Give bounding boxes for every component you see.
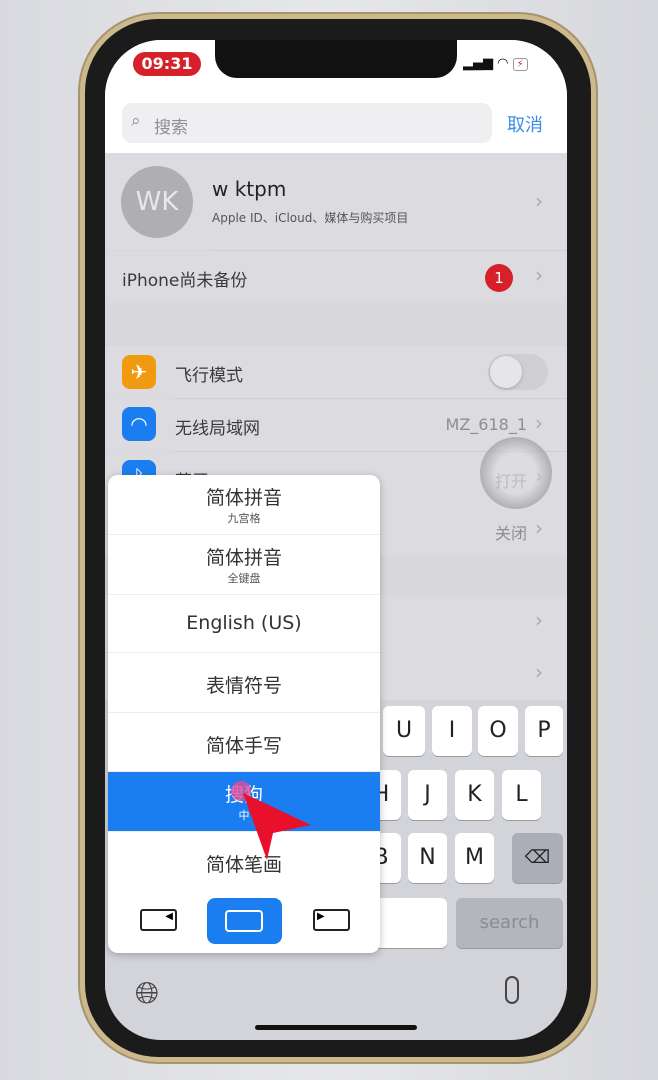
keyboard-right-icon[interactable]: ▶ — [313, 909, 350, 931]
chevron-right-icon: › — [535, 189, 543, 213]
backup-row[interactable]: iPhone尚未备份 1 › — [105, 251, 567, 303]
wifi-icon: ◠ — [122, 407, 156, 441]
key-o[interactable]: O — [478, 706, 518, 756]
avatar: WK — [121, 166, 193, 238]
chevron-right-icon: › — [535, 263, 543, 287]
settings-label: 飞行模式 — [175, 366, 243, 386]
key-u[interactable]: U — [383, 706, 425, 756]
search-placeholder: 搜索 — [154, 118, 188, 138]
key-p[interactable]: P — [525, 706, 563, 756]
airplane-icon: ✈ — [122, 355, 156, 389]
key-i[interactable]: I — [432, 706, 472, 756]
chevron-right-icon: › — [535, 411, 543, 435]
settings-label: 无线局域网 — [175, 419, 260, 439]
backup-label: iPhone尚未备份 — [122, 271, 248, 291]
key-l[interactable]: L — [502, 770, 541, 820]
wifi-value: MZ_618_1 — [445, 415, 527, 434]
search-input[interactable]: ⌕ 搜索 — [122, 103, 492, 143]
microphone-icon[interactable] — [505, 976, 519, 1004]
profile-subtitle: Apple ID、iCloud、媒体与购买项目 — [212, 211, 409, 225]
input-method-item[interactable]: English (US) — [108, 595, 380, 653]
input-method-item[interactable]: 简体拼音 全键盘 — [108, 535, 380, 595]
keyboard-left-icon[interactable]: ◀ — [140, 909, 177, 931]
chevron-right-icon: › — [535, 660, 543, 684]
airplane-toggle[interactable] — [488, 354, 548, 390]
key-j[interactable]: J — [408, 770, 447, 820]
input-method-menu: 简体拼音九宫格 简体拼音全键盘 English (US) 表情符号 简体手写 搜… — [108, 475, 380, 953]
delete-icon: ⌫ — [524, 847, 551, 868]
status-icons: ▂▄▆ ◠ ⚡ — [463, 56, 528, 71]
input-method-item[interactable]: 简体手写 — [108, 713, 380, 772]
keyboard-full-button[interactable] — [207, 898, 282, 944]
chevron-right-icon: › — [535, 516, 543, 540]
search-key[interactable]: search — [456, 898, 563, 948]
home-indicator — [255, 1025, 417, 1030]
settings-row-airplane[interactable]: ✈ 飞行模式 — [105, 346, 567, 398]
setting-value: 关闭 — [494, 524, 527, 543]
cancel-button[interactable]: 取消 — [507, 111, 543, 137]
input-method-item[interactable]: 表情符号 — [108, 653, 380, 713]
phone-screen: 09:31 ▂▄▆ ◠ ⚡ ⌕ 搜索 取消 WK w ktpm Apple ID… — [105, 40, 567, 1040]
notch — [215, 40, 457, 78]
chevron-right-icon: › — [535, 608, 543, 632]
notification-badge: 1 — [485, 264, 513, 292]
search-icon: ⌕ — [131, 111, 141, 131]
delete-key[interactable]: ⌫ — [512, 833, 563, 883]
input-method-item[interactable]: 简体拼音 九宫格 — [108, 475, 380, 535]
globe-icon[interactable]: 🌐︎ — [135, 976, 159, 1011]
key-n[interactable]: N — [408, 833, 447, 883]
profile-row[interactable]: WK w ktpm Apple ID、iCloud、媒体与购买项目 › — [105, 153, 567, 250]
profile-name: w ktpm — [212, 177, 287, 201]
touch-indicator — [480, 437, 552, 509]
key-m[interactable]: M — [455, 833, 494, 883]
cursor-arrow-icon — [231, 781, 311, 860]
status-time: 09:31 — [133, 52, 201, 76]
key-k[interactable]: K — [455, 770, 494, 820]
keyboard-icon — [225, 910, 263, 932]
